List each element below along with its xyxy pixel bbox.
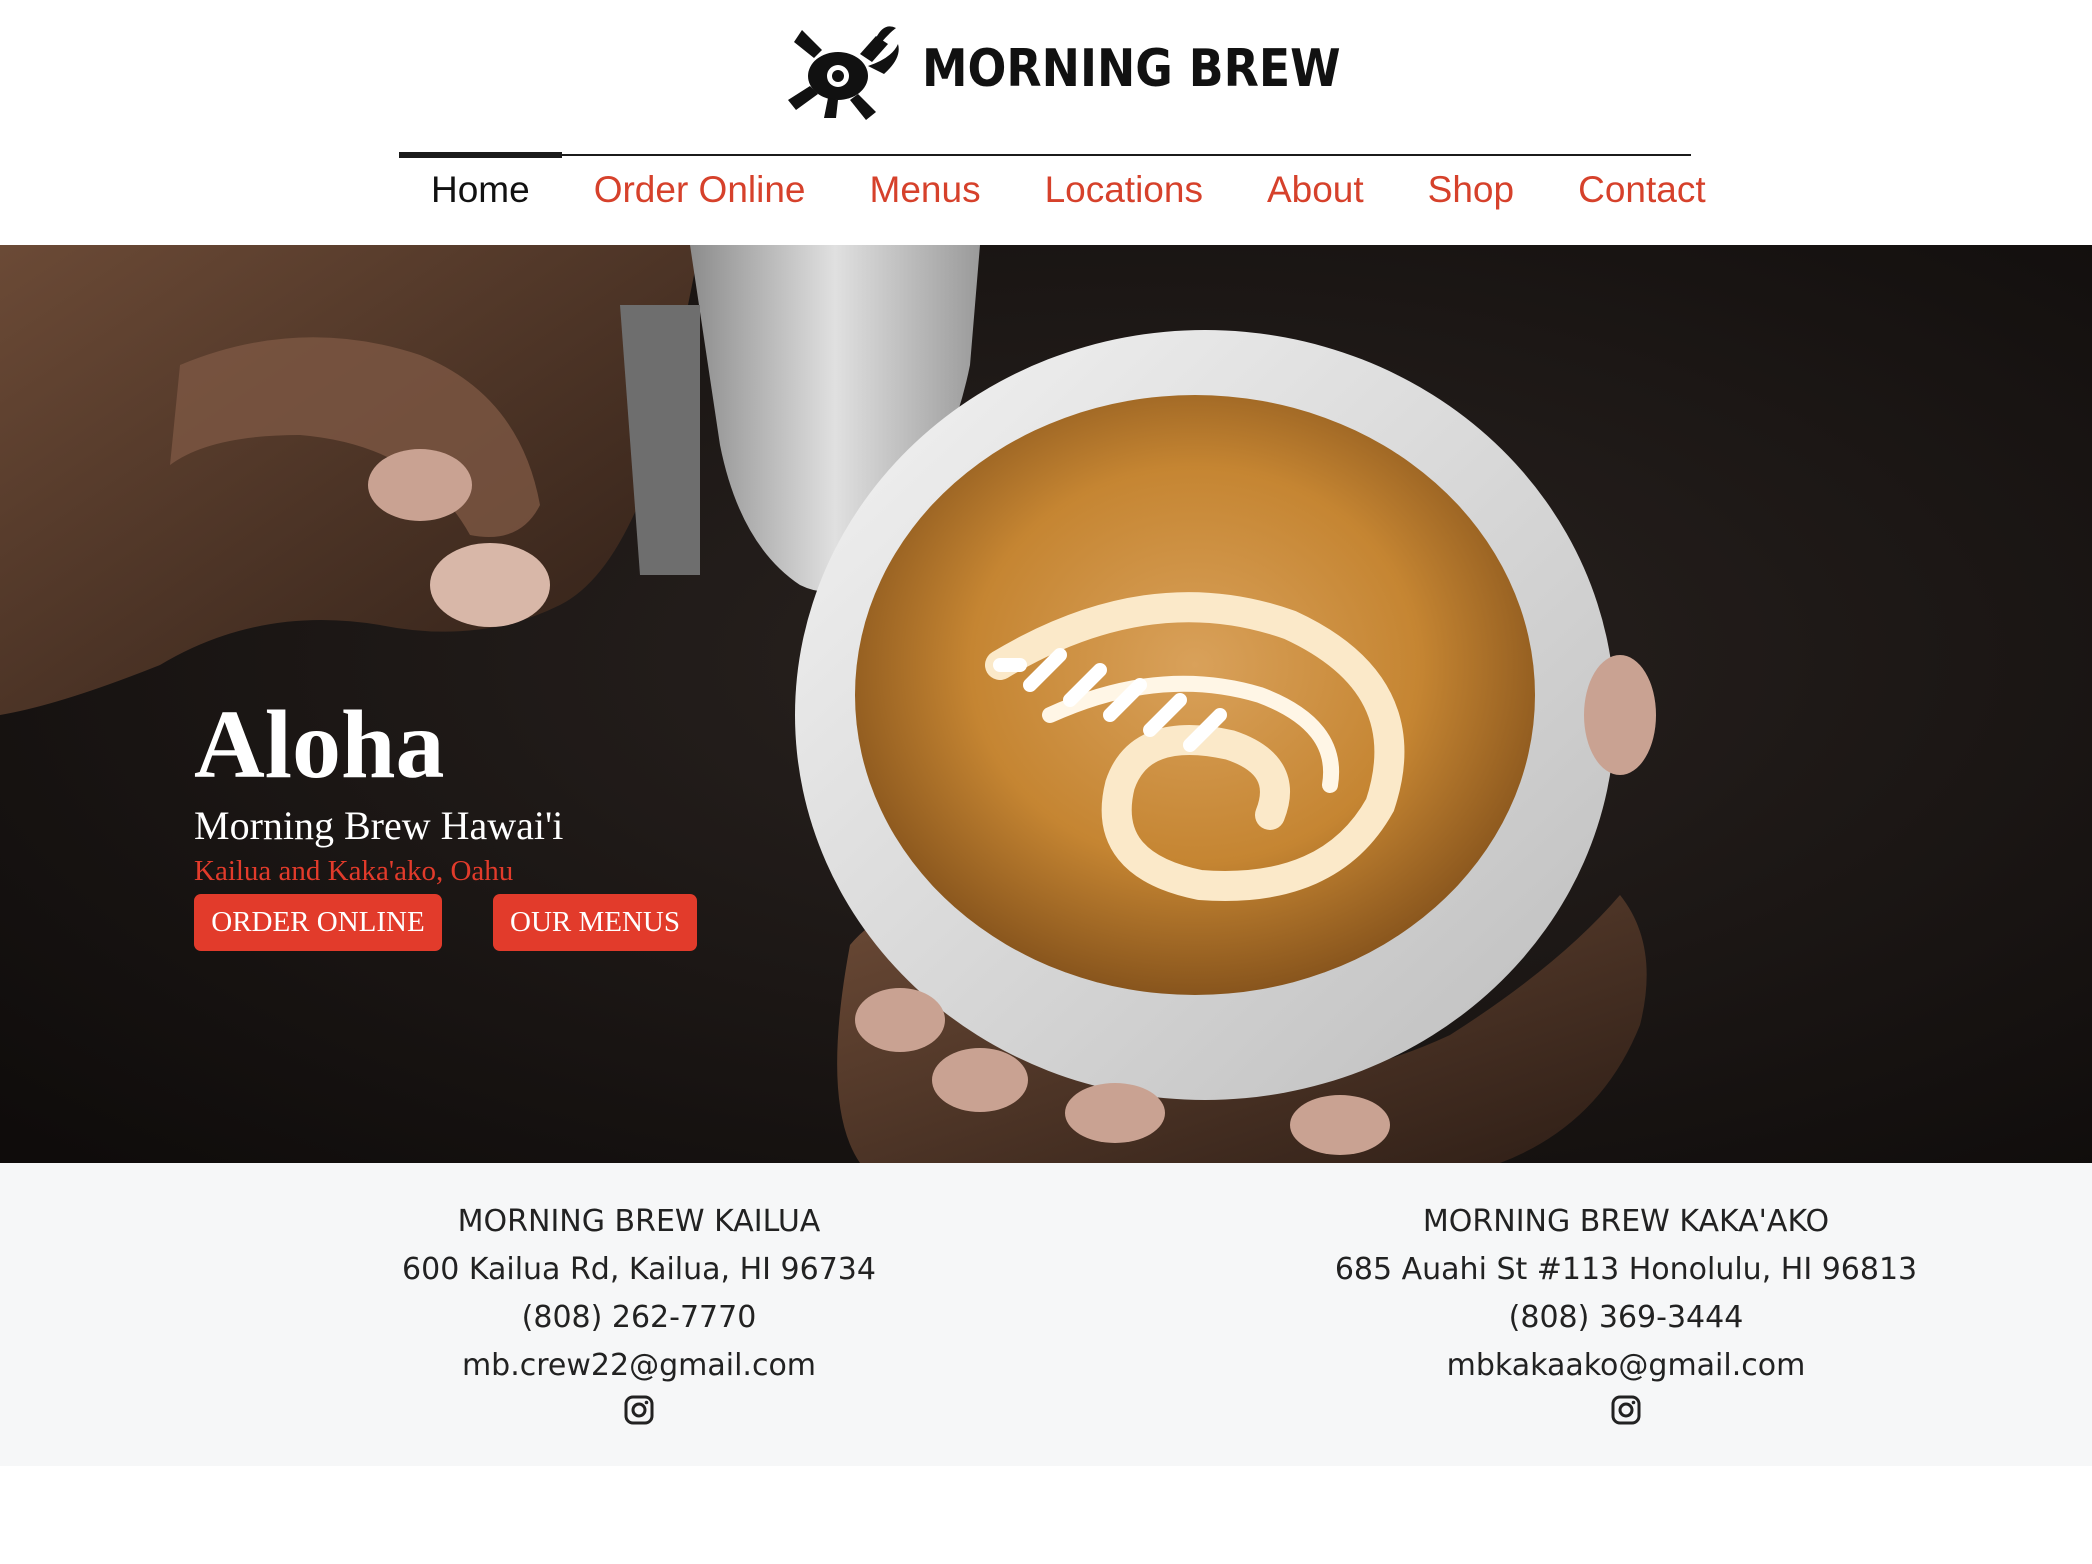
our-menus-button[interactable]: OUR MENUS (493, 894, 697, 951)
nav-item-contact[interactable]: Contact (1546, 156, 1738, 224)
nav-item-about[interactable]: About (1235, 156, 1396, 224)
instagram-icon[interactable] (623, 1394, 655, 1426)
location-email[interactable]: mbkakaako@gmail.com (1276, 1342, 1976, 1390)
location-name: MORNING BREW KAKA'AKO (1422, 1204, 1830, 1239)
locations-section: MORNING BREW KAILUA 600 Kailua Rd, Kailu… (0, 1163, 2092, 1466)
location-kakaako: MORNING BREW KAKA'AKO 685 Auahi St #113 … (1276, 1198, 1976, 1434)
hero-section: Aloha Morning Brew Hawai'i Kailua and Ka… (0, 245, 2092, 1163)
location-email[interactable]: mb.crew22@gmail.com (289, 1342, 989, 1390)
hero-buttons: ORDER ONLINE OUR MENUS (194, 894, 697, 951)
location-name: MORNING BREW KAILUA (457, 1204, 821, 1239)
location-phone[interactable]: (808) 369-3444 (1276, 1294, 1976, 1342)
nav-item-menus[interactable]: Menus (838, 156, 1013, 224)
nav-item-shop[interactable]: Shop (1396, 156, 1546, 224)
hero-text-block: Aloha Morning Brew Hawai'i Kailua and Ka… (194, 695, 563, 889)
hero-subtitle: Morning Brew Hawai'i (194, 803, 564, 848)
instagram-icon[interactable] (1610, 1394, 1642, 1426)
nav-item-home[interactable]: Home (399, 152, 562, 224)
location-phone[interactable]: (808) 262-7770 (289, 1294, 989, 1342)
location-address: 685 Auahi St #113 Honolulu, HI 96813 (1334, 1252, 1918, 1287)
site-header: MORNING BREW Home Order Online Menus Loc… (0, 0, 2092, 245)
turtle-logo-icon (788, 26, 899, 120)
hero-title: Aloha (194, 691, 445, 799)
nav-item-locations[interactable]: Locations (1013, 156, 1235, 224)
main-nav: Home Order Online Menus Locations About … (399, 152, 1706, 226)
hero-tagline: Kailua and Kaka'ako, Oahu (194, 855, 514, 887)
nav-item-order-online[interactable]: Order Online (562, 156, 838, 224)
order-online-button[interactable]: ORDER ONLINE (194, 894, 442, 951)
location-kailua: MORNING BREW KAILUA 600 Kailua Rd, Kailu… (289, 1198, 989, 1434)
location-address: 600 Kailua Rd, Kailua, HI 96734 (402, 1252, 876, 1287)
brand-logo[interactable]: MORNING BREW (780, 14, 1398, 124)
brand-name: MORNING BREW (922, 39, 1341, 99)
